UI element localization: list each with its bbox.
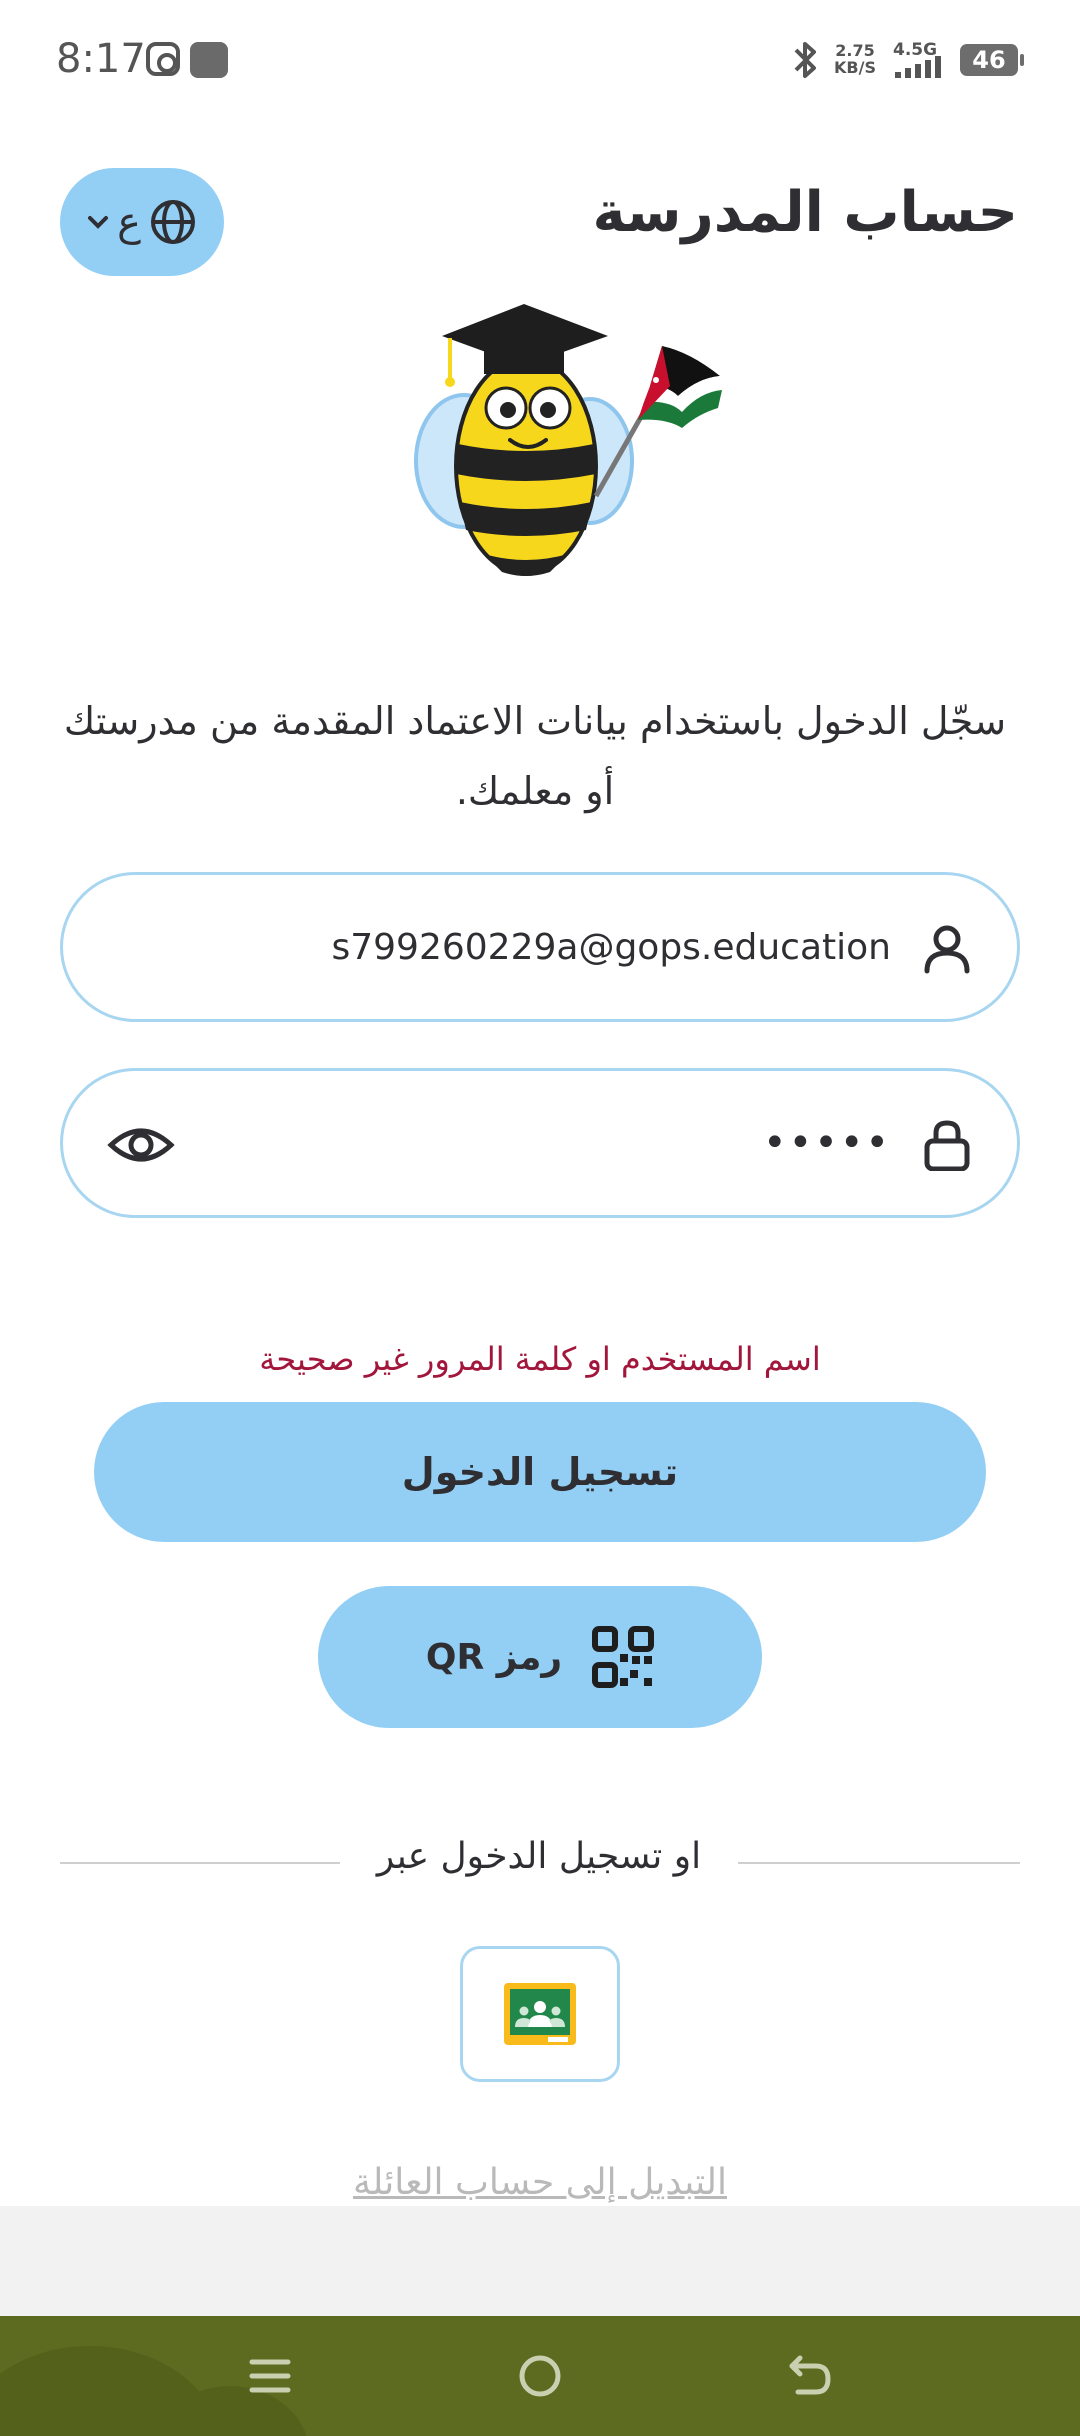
status-bar: 8:17 2.75 KB/S 4.5G 46 (0, 0, 1080, 120)
google-classroom-icon (504, 1983, 576, 2045)
back-icon[interactable] (778, 2344, 842, 2408)
qr-label: رمز QR (425, 1636, 563, 1678)
eye-icon[interactable] (107, 1115, 175, 1175)
lock-icon (924, 1120, 970, 1171)
qr-code-icon (592, 1626, 655, 1688)
signal-icon (895, 56, 941, 78)
system-navigation-bar (0, 2316, 1080, 2436)
language-label: ع (117, 199, 141, 245)
network-speed-unit: KB/S (834, 58, 876, 77)
globe-icon (150, 200, 195, 244)
divider-line-left (60, 1862, 340, 1864)
language-selector-button[interactable]: ع (60, 168, 224, 276)
bottom-panel (0, 2206, 1080, 2316)
user-icon (924, 925, 970, 974)
username-field[interactable] (60, 872, 1020, 1022)
bluetooth-icon (794, 42, 816, 78)
network-speed: 2.75 KB/S (834, 42, 876, 76)
battery-icon: 46 (960, 44, 1024, 76)
instagram-icon (146, 42, 180, 76)
google-classroom-button[interactable] (460, 1946, 620, 2082)
alt-login-divider-text: او تسجيل الدخول عبر (376, 1836, 702, 1877)
login-instructions: سجّل الدخول باستخدام بيانات الاعتماد الم… (63, 699, 1007, 813)
page-title: حساب المدرسة (592, 180, 1018, 245)
status-time: 8:17 (56, 36, 146, 82)
switch-to-family-account-link[interactable]: التبديل إلى حساب العائلة (0, 2162, 1080, 2203)
divider-line-right (738, 1862, 1020, 1864)
bee-graduate-mascot (414, 304, 722, 576)
error-message: اسم المستخدم او كلمة المرور غير صحيحة (259, 1340, 821, 1378)
chevron-down-icon (88, 216, 109, 229)
password-input[interactable] (131, 1071, 891, 1215)
app-icon (190, 42, 228, 78)
home-icon[interactable] (508, 2344, 572, 2408)
menu-icon[interactable] (238, 2344, 302, 2408)
qr-login-button[interactable]: رمز QR (318, 1586, 762, 1728)
network-speed-value: 2.75 (835, 41, 875, 60)
login-button[interactable]: تسجيل الدخول (94, 1402, 986, 1542)
username-input[interactable] (131, 875, 891, 1019)
password-field[interactable] (60, 1068, 1020, 1218)
